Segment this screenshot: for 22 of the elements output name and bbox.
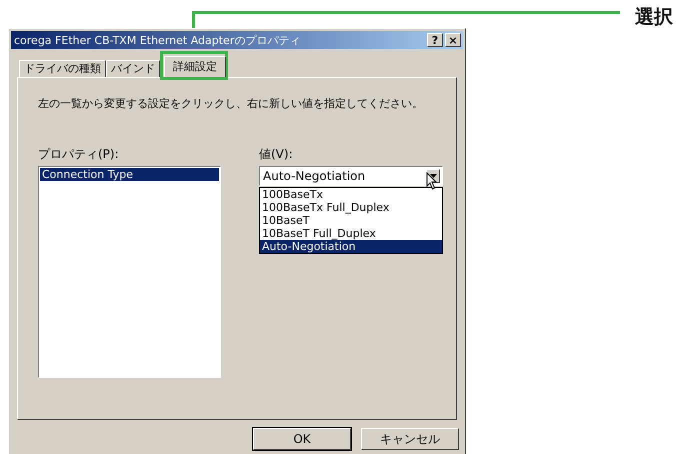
tab[interactable]: バインド: [106, 60, 160, 77]
property-list[interactable]: Connection Type: [38, 166, 221, 378]
instruction-text: 左の一覧から変更する設定をクリックし、右に新しい値を指定してください。: [38, 96, 423, 112]
highlight-frame: [160, 51, 228, 80]
window-title: corega FEther CB-TXM Ethernet Adapterのプロパティ: [14, 32, 302, 48]
dropdown-option[interactable]: 100BaseTx: [260, 188, 442, 201]
dialog-button[interactable]: キャンセル: [361, 428, 459, 450]
dropdown-option[interactable]: 10BaseT Full_Duplex: [260, 227, 442, 240]
dropdown-option[interactable]: Auto-Negotiation: [260, 240, 442, 253]
dropdown-option[interactable]: 10BaseT: [260, 214, 442, 227]
help-button[interactable]: ?: [427, 33, 443, 47]
dropdown-option[interactable]: 100BaseTx Full_Duplex: [260, 201, 442, 214]
tab[interactable]: 詳細設定: [164, 56, 226, 77]
value-dropdown[interactable]: Auto-Negotiation: [259, 166, 443, 186]
close-button[interactable]: ×: [445, 33, 461, 47]
property-label: プロパティ(P):: [38, 146, 120, 163]
dialog-button[interactable]: OK: [253, 428, 351, 450]
value-label: 値(V):: [259, 146, 294, 163]
annotation-label: 選択: [635, 5, 673, 30]
tab[interactable]: ドライバの種類: [19, 60, 106, 77]
list-item[interactable]: Connection Type: [40, 168, 219, 181]
caret-icon: [430, 174, 436, 178]
